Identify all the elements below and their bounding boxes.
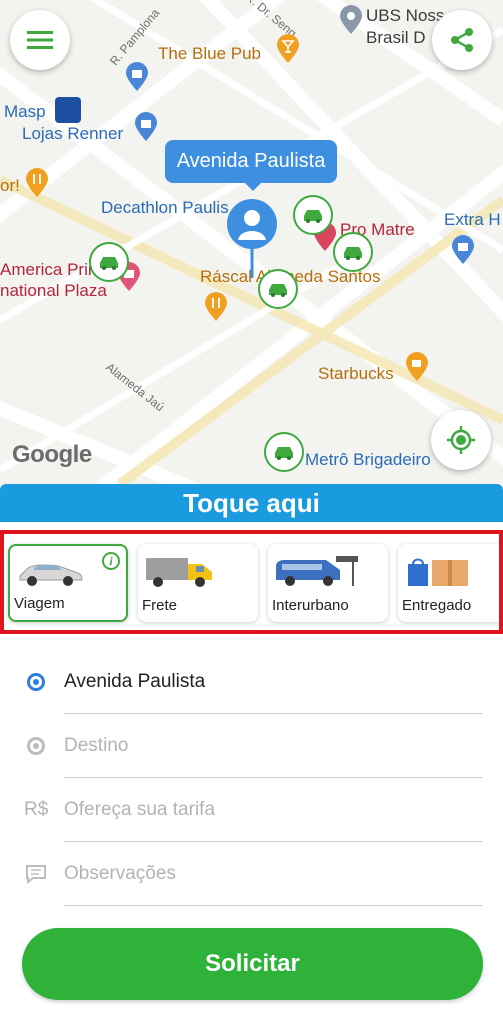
service-entregado[interactable]: Entregado [398, 544, 499, 622]
share-button[interactable] [432, 10, 492, 70]
poi-label: Brasil D [366, 28, 426, 47]
poi-label: national Plaza [0, 281, 107, 300]
poi-label: Decathlon Paulis [101, 198, 229, 217]
location-callout[interactable]: Avenida Paulista [165, 140, 337, 191]
notes-placeholder: Observações [64, 863, 176, 884]
van-icon [276, 556, 358, 586]
service-label: Interurbano [272, 597, 349, 614]
cafe-marker-icon [406, 352, 428, 381]
poi-label: America Prin [0, 260, 98, 279]
origin-radio-icon [25, 671, 47, 693]
driver-car-icon [333, 232, 373, 272]
package-icon [408, 558, 468, 586]
google-logo: Google [12, 441, 92, 468]
place-marker-icon [340, 5, 362, 34]
service-label: Viagem [14, 595, 65, 612]
service-label: Frete [142, 597, 178, 614]
poi-label: Lojas Renner [22, 124, 124, 143]
driver-car-icon [293, 195, 333, 235]
poi-label: Metrô Brigadeiro [305, 450, 431, 469]
poi-label: The Blue Pub [158, 44, 262, 63]
service-interurbano[interactable]: Interurbano [268, 544, 388, 622]
comment-icon [25, 863, 47, 885]
shop-marker-icon [126, 62, 148, 91]
tap-here-banner[interactable]: Toque aqui [0, 484, 503, 522]
destination-field[interactable]: Destino [0, 714, 503, 778]
info-icon[interactable]: i [102, 552, 120, 570]
fare-field[interactable]: R$ Ofereça sua tarifa [0, 778, 503, 842]
driver-car-icon [89, 242, 129, 282]
destination-placeholder: Destino [64, 735, 129, 756]
user-location-pin-icon [227, 199, 277, 278]
menu-button[interactable] [10, 10, 70, 70]
bar-marker-icon [277, 34, 299, 63]
service-label: Entregado [402, 597, 472, 614]
driver-car-icon [264, 432, 304, 472]
menu-icon [27, 31, 53, 49]
poi-label: Starbucks [318, 364, 394, 383]
fare-placeholder: Ofereça sua tarifa [64, 799, 216, 820]
gps-target-icon [447, 426, 475, 454]
notes-field[interactable]: Observações [0, 842, 503, 906]
poi-label: or! [0, 176, 20, 195]
origin-value: Avenida Paulista [64, 671, 206, 692]
truck-icon [146, 558, 212, 587]
currency-icon: R$ [24, 799, 49, 820]
shop-marker-icon [452, 235, 474, 264]
car-icon [19, 564, 83, 586]
my-location-button[interactable] [431, 410, 491, 470]
restaurant-marker-icon [26, 168, 48, 197]
metro-station-icon [55, 97, 81, 123]
origin-field[interactable]: Avenida Paulista [0, 650, 503, 714]
service-viagem[interactable]: i Viagem [8, 544, 128, 622]
restaurant-marker-icon [205, 292, 227, 321]
poi-label: Masp [4, 102, 46, 121]
service-selector: i Viagem Frete Interurbano Entregado [0, 530, 503, 634]
shop-marker-icon [135, 112, 157, 141]
share-icon [451, 28, 473, 52]
poi-label: UBS Noss [366, 6, 445, 25]
map-view[interactable]: R. Pamplona R. Dr. Seng Alameda Jaú The … [0, 0, 503, 484]
poi-label: Extra H [444, 210, 501, 229]
service-frete[interactable]: Frete [138, 544, 258, 622]
request-button[interactable]: Solicitar [22, 928, 483, 1000]
destination-radio-icon [25, 735, 47, 757]
